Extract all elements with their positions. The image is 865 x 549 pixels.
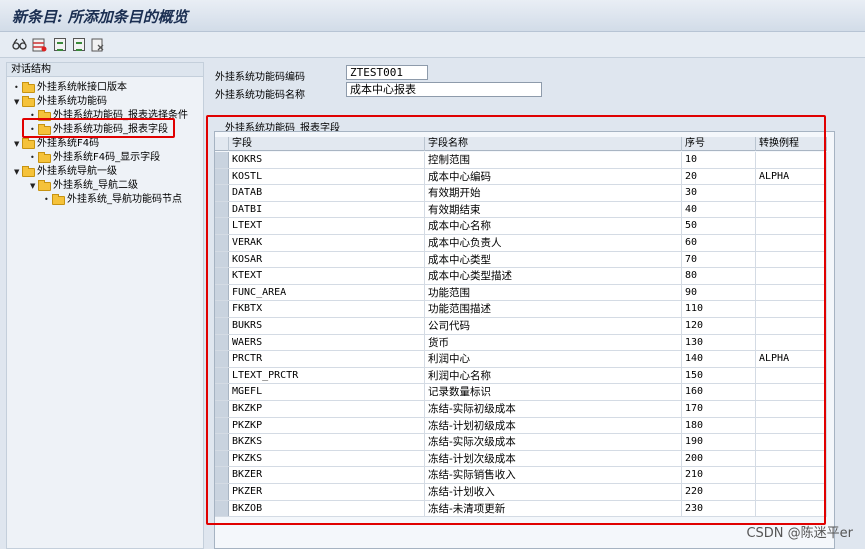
window-title: 新条目: 所添加条目的概览	[12, 8, 188, 26]
export-icon[interactable]	[52, 37, 67, 52]
folder-icon	[22, 95, 35, 107]
tree-item-f4-code[interactable]: ▼ 外挂系统F4码	[14, 137, 99, 151]
function-name-label: 外挂系统功能码名称	[215, 90, 305, 101]
tree-item-function-code[interactable]: ▼ 外挂系统功能码	[14, 95, 107, 109]
folder-icon	[38, 179, 51, 191]
tree-item-interface-version[interactable]: • 外挂系统帐接口版本	[14, 81, 127, 95]
function-name-input[interactable]: 成本中心报表	[346, 82, 542, 97]
tree-item-label: 外挂系统_导航功能码节点	[67, 194, 182, 205]
delete-icon[interactable]	[90, 37, 105, 52]
expand-arrow-icon[interactable]: ▼	[30, 179, 38, 193]
function-code-input[interactable]: ZTEST001	[346, 65, 428, 80]
tree-item-nav-node[interactable]: • 外挂系统_导航功能码节点	[44, 193, 182, 207]
folder-icon	[22, 81, 35, 93]
watermark: CSDN @陈迷平er	[746, 526, 853, 541]
glasses-icon[interactable]	[12, 37, 27, 52]
dialog-structure-header: 对话结构	[7, 63, 203, 77]
folder-icon	[22, 137, 35, 149]
folder-icon	[52, 193, 65, 205]
bullet-icon: •	[14, 83, 19, 92]
tree-item-label: 外挂系统帐接口版本	[37, 82, 127, 93]
tree-item-label: 外挂系统F4码	[37, 138, 100, 149]
table-icon[interactable]	[32, 37, 47, 52]
tree-item-f4-display-fields[interactable]: • 外挂系统F4码_显示字段	[30, 151, 160, 165]
tree-highlight-box	[22, 118, 175, 138]
function-code-label: 外挂系统功能码编码	[215, 72, 305, 83]
bullet-icon: •	[30, 153, 35, 162]
tree-item-label: 外挂系统_导航二级	[53, 180, 138, 191]
table-highlight-box	[206, 115, 826, 525]
tree-item-label: 外挂系统导航一级	[37, 166, 117, 177]
expand-arrow-icon[interactable]: ▼	[14, 137, 22, 151]
tree-item-label: 外挂系统功能码	[37, 96, 107, 107]
folder-icon	[22, 165, 35, 177]
tree-item-nav-level2[interactable]: ▼ 外挂系统_导航二级	[30, 179, 138, 193]
import-icon[interactable]	[71, 37, 86, 52]
expand-arrow-icon[interactable]: ▼	[14, 165, 22, 179]
expand-arrow-icon[interactable]: ▼	[14, 95, 22, 109]
bullet-icon: •	[44, 195, 49, 204]
folder-icon	[38, 151, 51, 163]
toolbar	[0, 32, 865, 58]
tree-item-label: 外挂系统F4码_显示字段	[53, 152, 161, 163]
title-bar: 新条目: 所添加条目的概览	[0, 0, 865, 32]
tree-item-nav-level1[interactable]: ▼ 外挂系统导航一级	[14, 165, 117, 179]
